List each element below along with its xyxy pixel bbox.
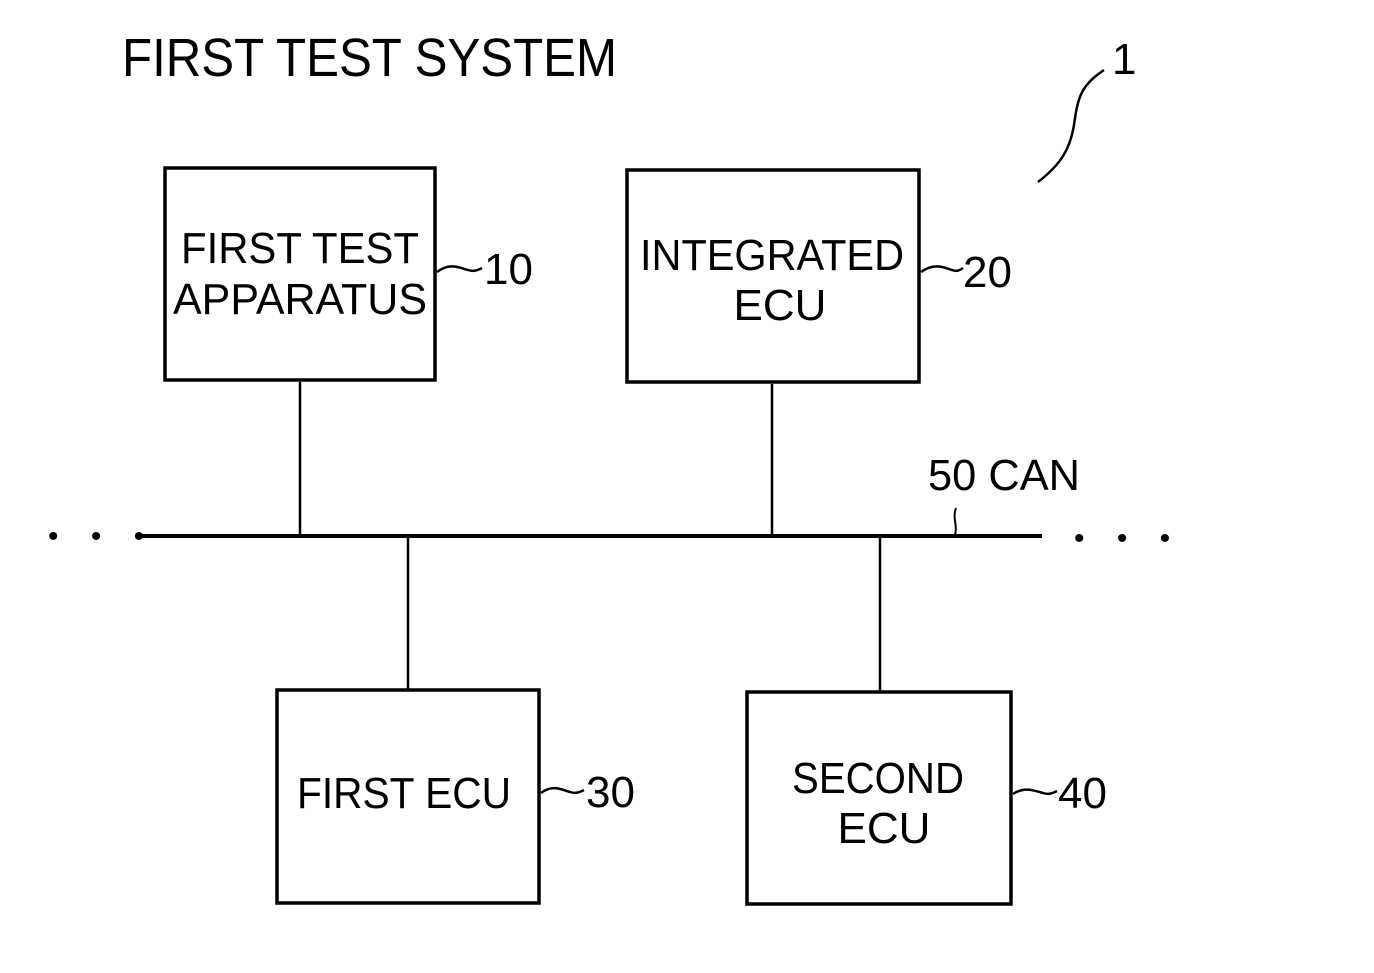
- block-first-test-apparatus: FIRST TEST APPARATUS 10: [163, 166, 533, 382]
- diagram-title: FIRST TEST SYSTEM: [122, 28, 617, 88]
- ref-10-label: 10: [484, 245, 533, 294]
- block-first-test-apparatus-line1: FIRST TEST: [181, 224, 419, 273]
- block-first-ecu-line1: FIRST ECU: [297, 769, 511, 818]
- ref-40-leader: [1012, 788, 1058, 796]
- ref-10-leader: [436, 265, 483, 274]
- block-integrated-ecu-line1: INTEGRATED: [640, 231, 904, 280]
- system-ref-label: 1: [1112, 35, 1136, 84]
- block-first-test-apparatus-frame: [163, 166, 437, 382]
- bus-ref-leader: [953, 507, 957, 536]
- ref-30-label: 30: [586, 768, 635, 817]
- ref-20-leader: [920, 265, 964, 274]
- bus-continuation-left: • • •: [48, 520, 156, 553]
- ref-30-leader: [540, 786, 585, 795]
- bus-ref-label: 50 CAN: [928, 451, 1080, 500]
- block-second-ecu-line1: SECOND: [792, 754, 964, 803]
- block-first-ecu: FIRST ECU 30: [275, 688, 635, 905]
- ref-40-label: 40: [1058, 769, 1107, 818]
- system-ref-leader: [1037, 68, 1105, 183]
- block-integrated-ecu: INTEGRATED ECU 20: [625, 168, 1012, 384]
- block-first-test-apparatus-line2: APPARATUS: [173, 275, 427, 324]
- system-diagram: FIRST TEST SYSTEM 1 FIRST TEST APPARATUS…: [48, 28, 1182, 906]
- block-second-ecu-line2: ECU: [838, 804, 931, 853]
- ref-20-label: 20: [963, 248, 1012, 297]
- block-integrated-ecu-line2: ECU: [734, 281, 827, 330]
- block-second-ecu: SECOND ECU 40: [745, 690, 1107, 906]
- bus-continuation-right: • • •: [1074, 522, 1182, 555]
